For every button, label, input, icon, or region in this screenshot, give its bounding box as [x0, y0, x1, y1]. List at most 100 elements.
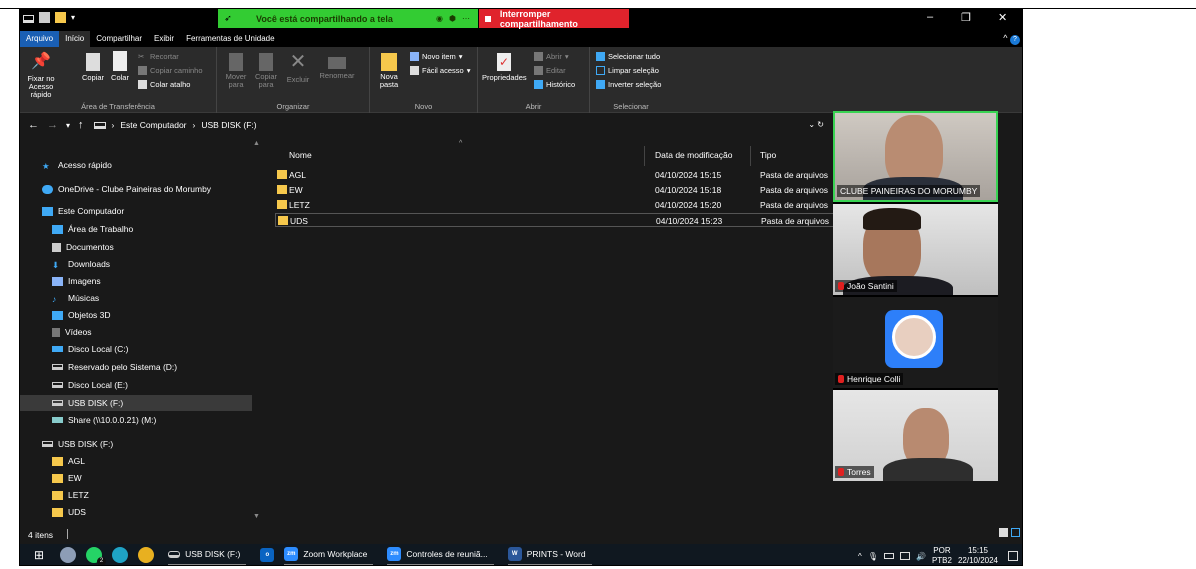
table-row[interactable]: AGL 04/10/2024 15:15 Pasta de arquivos	[275, 168, 855, 182]
nav-share-m[interactable]: Share (\\10.0.0.21) (M:)	[52, 415, 156, 425]
nav-images[interactable]: Imagens	[52, 276, 101, 286]
taskbar-app-zoom-controls[interactable]: zm Controles de reuniã...	[387, 544, 494, 565]
close-button[interactable]: ✕	[998, 11, 1007, 24]
shield-icon[interactable]: ◉	[436, 14, 443, 23]
video-tile[interactable]: Henrique Colli	[833, 297, 998, 388]
customize-qat-icon[interactable]: ▾	[71, 13, 75, 22]
pin-quick-access-button[interactable]: 📌 Fixar no Acesso rápido	[24, 51, 58, 99]
column-header-date[interactable]: Data de modificação	[655, 150, 733, 160]
large-icons-view-icon[interactable]	[1011, 528, 1020, 537]
nav-documents[interactable]: Documentos	[52, 242, 114, 252]
properties-button[interactable]: ✓ Propriedades	[482, 51, 527, 82]
nav-scrollbar[interactable]: ▲ ▼	[252, 136, 262, 524]
move-to-button[interactable]: Mover para	[223, 51, 249, 89]
tab-compartilhar[interactable]: Compartilhar	[90, 31, 148, 47]
nav-disk-c[interactable]: Disco Local (C:)	[52, 344, 128, 354]
nav-usb-disk-f[interactable]: USB DISK (F:)	[20, 395, 253, 411]
table-row[interactable]: UDS 04/10/2024 15:23 Pasta de arquivos	[275, 213, 855, 227]
nav-videos[interactable]: Vídeos	[52, 327, 91, 337]
paste-shortcut-button[interactable]: Colar atalho	[138, 80, 190, 89]
edge-browser-icon[interactable]	[112, 547, 129, 563]
taskbar-app-word[interactable]: W PRINTS - Word	[507, 544, 592, 565]
history-button[interactable]: Histórico	[534, 80, 575, 89]
tab-exibir[interactable]: Exibir	[148, 31, 180, 47]
nav-folder-letz[interactable]: LETZ	[52, 490, 89, 500]
nav-desktop[interactable]: Área de Trabalho	[52, 224, 133, 234]
scroll-up-icon[interactable]: ▲	[253, 140, 260, 147]
copy-path-button[interactable]: Copiar caminho	[138, 66, 203, 75]
nav-folder-agl[interactable]: AGL	[52, 456, 85, 466]
help-icon[interactable]: ?	[1010, 35, 1020, 45]
nav-usb-root[interactable]: USB DISK (F:)	[42, 439, 113, 449]
nav-reserved-d[interactable]: Reservado pelo Sistema (D:)	[52, 362, 177, 372]
delete-button[interactable]: ✕ Excluir	[283, 51, 313, 84]
taskbar-app-explorer[interactable]: USB DISK (F:)	[168, 544, 247, 565]
column-header-type[interactable]: Tipo	[760, 150, 776, 160]
new-item-button[interactable]: Novo item ▾	[410, 52, 463, 61]
invert-selection-button[interactable]: Inverter seleção	[596, 80, 661, 89]
chevron-up-icon[interactable]: ^	[858, 552, 862, 561]
open-button[interactable]: Abrir ▾	[534, 52, 569, 61]
tab-ferramentas-unidade[interactable]: Ferramentas de Unidade	[180, 31, 281, 47]
security-icon[interactable]: ⬢	[449, 14, 456, 23]
taskbar-app-outlook[interactable]: o	[260, 544, 280, 565]
copy-to-button[interactable]: Copiar para	[253, 51, 279, 89]
nav-onedrive[interactable]: OneDrive - Clube Paineiras do Morumby	[42, 184, 211, 194]
breadcrumb-usb-disk[interactable]: USB DISK (F:)	[201, 120, 256, 130]
clock[interactable]: 15:15 22/10/2024	[958, 546, 998, 565]
nav-3d-objects[interactable]: Objetos 3D	[52, 310, 111, 320]
properties-check-icon[interactable]	[39, 12, 50, 23]
stop-share-button[interactable]: Interromper compartilhamento	[479, 9, 629, 29]
scroll-down-icon[interactable]: ▼	[253, 513, 260, 520]
volume-icon[interactable]: 🔊	[916, 552, 926, 561]
pin-icon[interactable]: ➶	[218, 13, 238, 24]
table-row[interactable]: LETZ 04/10/2024 15:20 Pasta de arquivos	[275, 198, 855, 212]
edit-button[interactable]: Editar	[534, 66, 566, 75]
details-view-icon[interactable]	[999, 528, 1008, 537]
nav-disk-e[interactable]: Disco Local (E:)	[52, 380, 128, 390]
tab-arquivo[interactable]: Arquivo	[20, 31, 60, 47]
chrome-browser-icon[interactable]	[138, 547, 155, 563]
maximize-button[interactable]: ❐	[961, 11, 971, 24]
more-icon[interactable]: ⋯	[462, 14, 470, 23]
windows-start-icon[interactable]: ⊞	[34, 548, 44, 562]
dolphin-app-icon[interactable]	[60, 547, 77, 563]
easy-access-button[interactable]: Fácil acesso ▾	[410, 66, 470, 75]
select-none-button[interactable]: Limpar seleção	[596, 66, 659, 75]
nav-music[interactable]: ♪ Músicas	[52, 293, 99, 304]
column-separator[interactable]	[750, 146, 751, 166]
back-arrow-icon[interactable]: ←	[28, 119, 39, 131]
help-control[interactable]: ^ ?	[1003, 33, 1020, 45]
nav-downloads[interactable]: ⬇ Downloads	[52, 259, 110, 270]
new-folder-icon[interactable]	[55, 12, 66, 23]
minimize-button[interactable]: –	[927, 11, 933, 23]
video-tile[interactable]: CLUBE PAINEIRAS DO MORUMBY	[833, 111, 998, 202]
recent-dropdown-icon[interactable]: ▾	[66, 121, 70, 130]
nav-folder-uds[interactable]: UDS	[52, 507, 86, 517]
video-tile[interactable]: Torres	[833, 390, 998, 481]
nav-this-pc[interactable]: Este Computador	[42, 206, 124, 216]
forward-arrow-icon[interactable]: →	[47, 119, 58, 131]
share-status-icons[interactable]: ◉ ⬢ ⋯	[436, 14, 470, 23]
rename-button[interactable]: Renomear	[317, 51, 357, 80]
notifications-icon[interactable]	[1008, 551, 1018, 561]
microphone-icon[interactable]: 🎙	[868, 552, 878, 561]
nav-quick-access[interactable]: ★ Acesso rápido	[42, 160, 112, 171]
select-all-button[interactable]: Selecionar tudo	[596, 52, 660, 61]
whatsapp-icon[interactable]: 2	[86, 547, 107, 565]
column-header-name[interactable]: Nome	[289, 150, 312, 160]
video-tile[interactable]: João Santini	[833, 204, 998, 295]
nav-folder-ew[interactable]: EW	[52, 473, 82, 483]
breadcrumb-this-pc[interactable]: Este Computador	[120, 120, 186, 130]
paste-button[interactable]: Colar	[108, 51, 132, 82]
table-row[interactable]: EW 04/10/2024 15:18 Pasta de arquivos	[275, 183, 855, 197]
cut-button[interactable]: ✂ Recortar	[138, 52, 179, 61]
breadcrumb[interactable]: › Este Computador › USB DISK (F:)	[93, 120, 257, 130]
tab-inicio[interactable]: Início	[59, 31, 91, 47]
language-indicator[interactable]: POR PTB2	[932, 546, 952, 565]
new-folder-button[interactable]: Nova pasta	[376, 51, 402, 89]
taskbar-app-zoom[interactable]: zm Zoom Workplace	[284, 544, 374, 565]
battery-icon[interactable]	[883, 553, 894, 559]
drive-icon[interactable]	[23, 14, 34, 23]
up-arrow-icon[interactable]: ↑	[78, 119, 84, 131]
